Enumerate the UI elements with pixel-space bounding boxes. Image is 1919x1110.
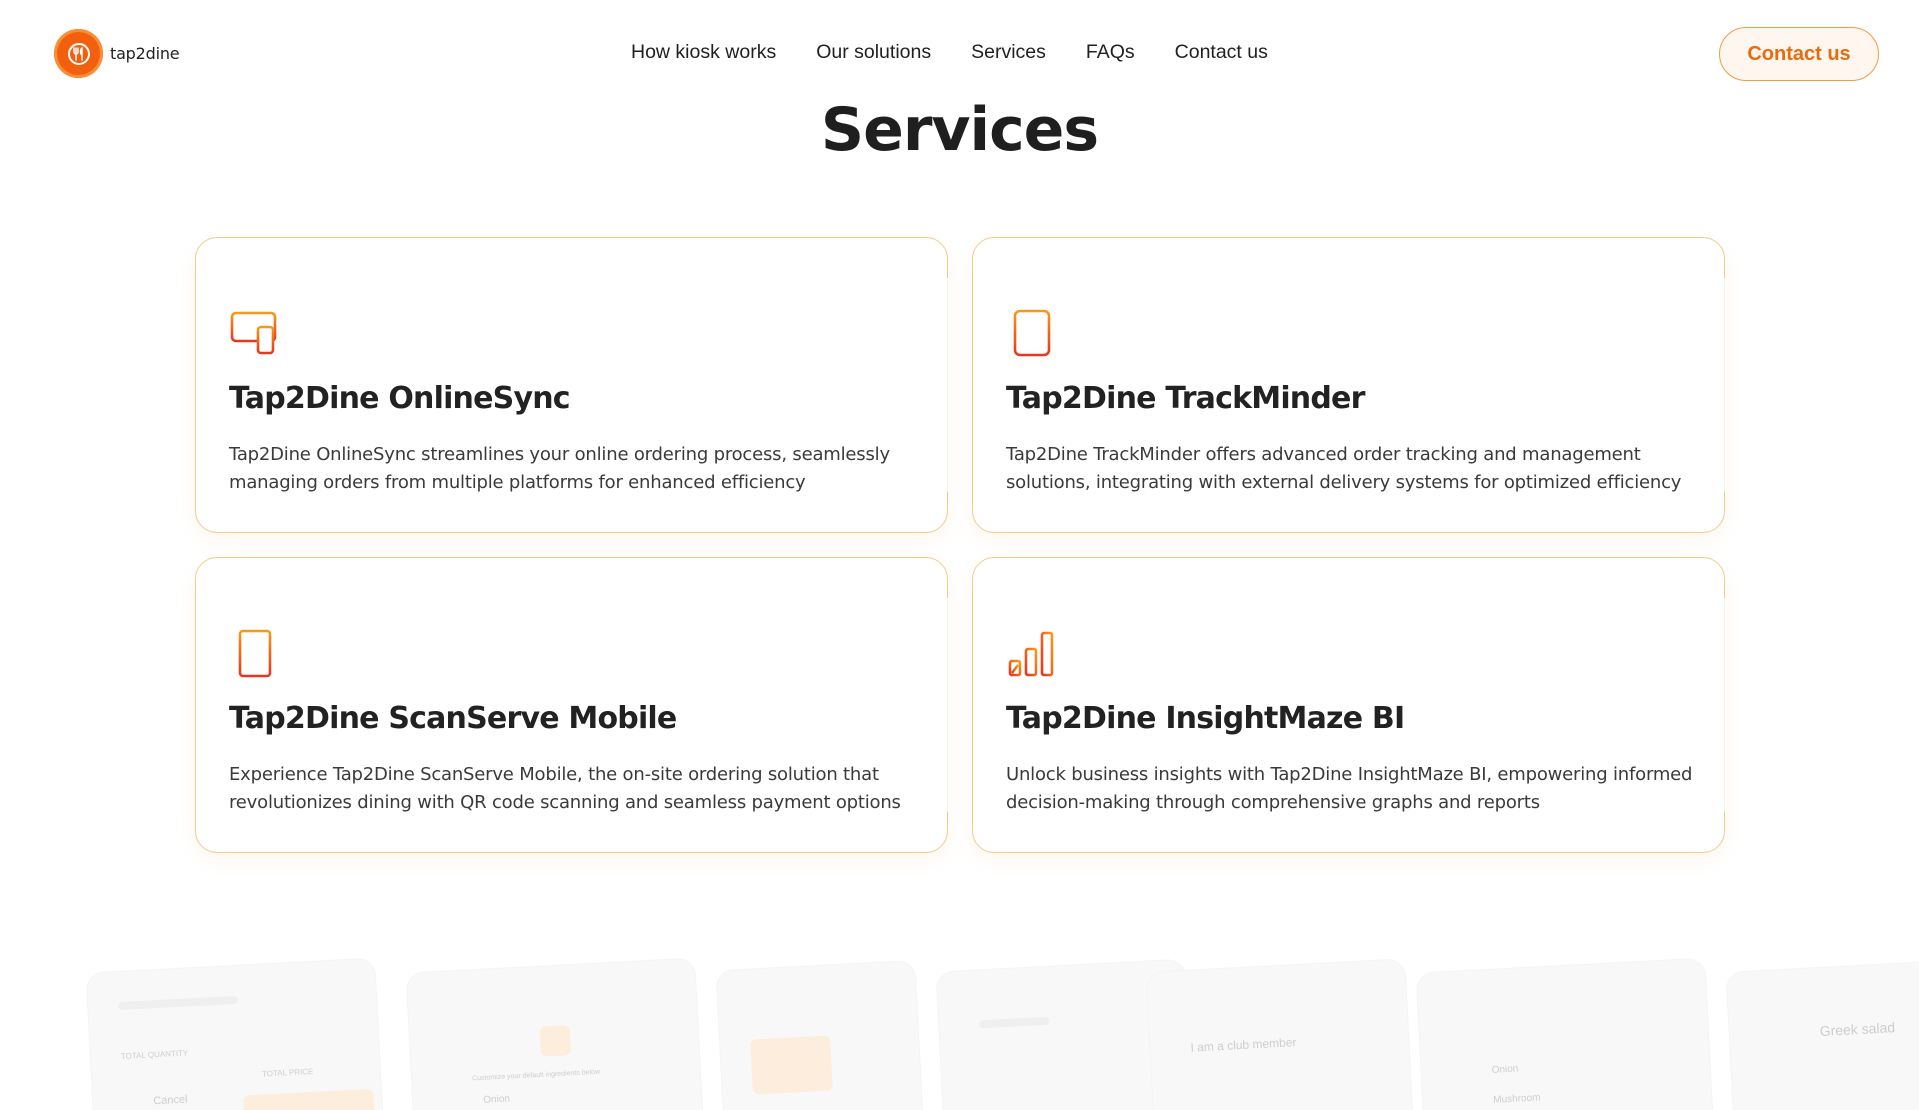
preview-label: I am a club member (1190, 1035, 1297, 1055)
preview-label: TOTAL QUANTITY (120, 1048, 189, 1061)
devices-icon (230, 311, 277, 355)
service-title: Tap2Dine InsightMaze BI (1006, 701, 1405, 736)
logo-text: tap2dine (110, 44, 180, 63)
service-title: Tap2Dine ScanServe Mobile (229, 701, 677, 736)
app-preview-strip: TOTAL QUANTITY TOTAL PRICE Cancel Custom… (85, 957, 1919, 1110)
service-card-insightmaze: Tap2Dine InsightMaze BI Unlock business … (972, 557, 1726, 853)
service-description: Experience Tap2Dine ScanServe Mobile, th… (229, 764, 901, 813)
service-card-scanserve: Tap2Dine ScanServe Mobile Experience Tap… (195, 557, 949, 853)
service-description: Tap2Dine OnlineSync streamlines your onl… (229, 444, 890, 493)
preview-card: TOTAL QUANTITY TOTAL PRICE Cancel (85, 957, 385, 1110)
page-title: Services (820, 95, 1099, 165)
bar-chart-icon (1008, 631, 1054, 677)
service-title: Tap2Dine OnlineSync (229, 381, 571, 416)
contact-us-button[interactable]: Contact us (1719, 27, 1879, 81)
preview-card: Onion Mushroom (1415, 957, 1715, 1110)
service-card-onlinesync: Tap2Dine OnlineSync Tap2Dine OnlineSync … (195, 237, 949, 533)
services-grid: Tap2Dine OnlineSync Tap2Dine OnlineSync … (195, 237, 1726, 853)
preview-label: Onion (482, 1093, 511, 1106)
preview-label: Customize your default ingredients below (471, 1068, 601, 1083)
preview-label: Greek salad (1819, 1019, 1896, 1040)
preview-label: Cancel (152, 1093, 188, 1108)
main-nav: How kiosk works Our solutions Services F… (631, 41, 1268, 64)
mobile-phone-icon (238, 629, 272, 678)
nav-how-kiosk-works[interactable]: How kiosk works (631, 41, 776, 64)
document-icon (1013, 309, 1051, 357)
preview-card: I am a club member (1145, 958, 1415, 1110)
nav-services[interactable]: Services (971, 41, 1046, 64)
preview-label: Onion (1491, 1063, 1519, 1076)
nav-our-solutions[interactable]: Our solutions (816, 41, 931, 64)
service-card-trackminder: Tap2Dine TrackMinder Tap2Dine TrackMinde… (972, 237, 1726, 533)
nav-contact-us[interactable]: Contact us (1175, 41, 1268, 64)
logo[interactable]: tap2dine (54, 29, 180, 78)
preview-label: Mushroom (1492, 1092, 1541, 1106)
preview-card (715, 959, 925, 1110)
logo-icon (54, 29, 103, 78)
nav-faqs[interactable]: FAQs (1086, 41, 1135, 64)
service-title: Tap2Dine TrackMinder (1006, 381, 1365, 416)
preview-label: TOTAL PRICE (261, 1066, 314, 1079)
service-description: Unlock business insights with Tap2Dine I… (1006, 764, 1693, 813)
service-description: Tap2Dine TrackMinder offers advanced ord… (1006, 444, 1682, 493)
preview-card: Greek salad (1725, 958, 1919, 1110)
preview-card: Customize your default ingredients below… (405, 957, 705, 1110)
site-header: tap2dine How kiosk works Our solutions S… (0, 0, 1919, 108)
